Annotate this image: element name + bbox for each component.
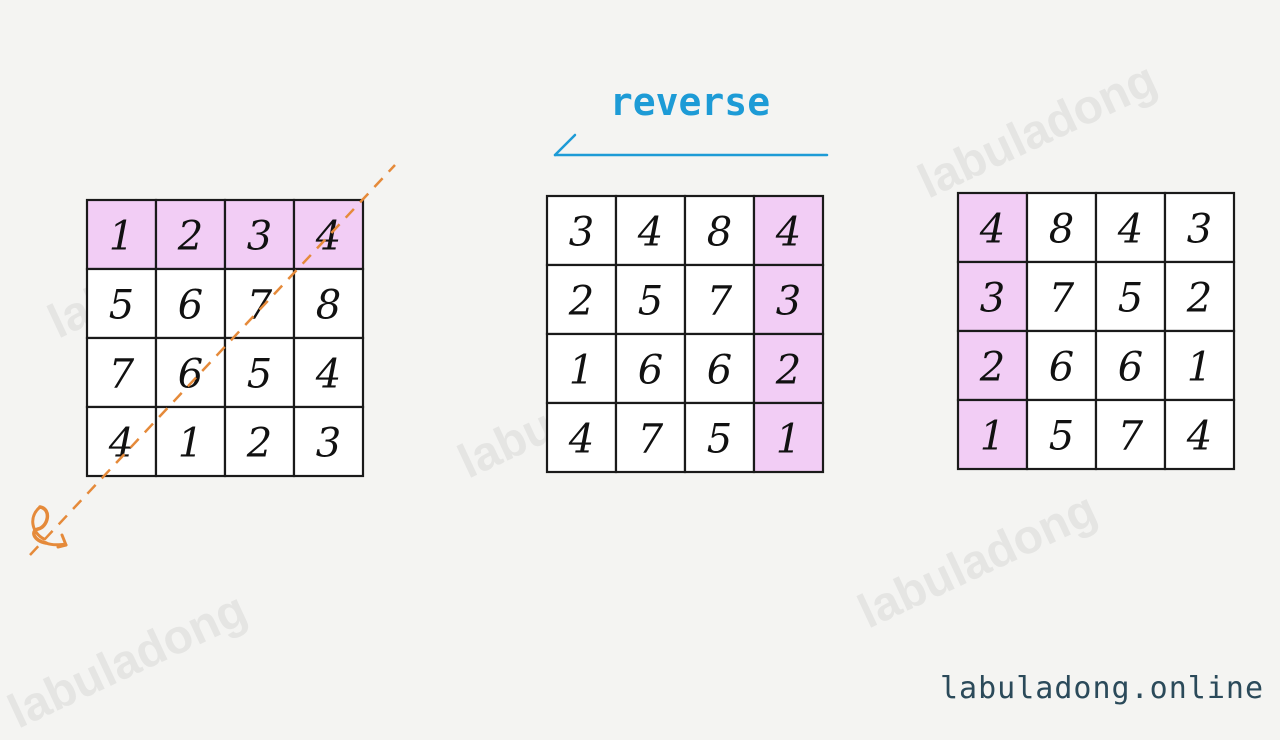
- cell-value: 7: [1118, 414, 1144, 460]
- cell-value: 3: [569, 210, 594, 256]
- cell-value: 7: [247, 283, 273, 329]
- cell-value: 3: [980, 276, 1005, 322]
- grid-transposed: 3 4 8 42 5 7 31 6 6 24 7 5 1: [545, 194, 825, 474]
- cell-value: 4: [637, 210, 663, 256]
- cell-value: 7: [638, 417, 664, 463]
- cell-value: 4: [979, 207, 1005, 253]
- grid-original: 1 2 3 45 6 7 87 6 5 44 1 2 3: [85, 198, 365, 478]
- cell-value: 1: [776, 417, 801, 463]
- cell-value: 4: [108, 421, 134, 467]
- cell-value: 3: [247, 214, 272, 260]
- site-url: labuladong.online: [939, 671, 1264, 706]
- cell-value: 5: [109, 283, 134, 329]
- cell-value: 2: [775, 348, 801, 394]
- cell-value: 2: [246, 421, 272, 467]
- cell-value: 8: [1049, 207, 1074, 253]
- cell-value: 4: [568, 417, 594, 463]
- cell-value: 4: [775, 210, 801, 256]
- cell-value: 7: [707, 279, 733, 325]
- cell-value: 5: [707, 417, 732, 463]
- cell-value: 2: [1186, 276, 1212, 322]
- cell-value: 1: [178, 421, 203, 467]
- cell-value: 4: [1117, 207, 1143, 253]
- cell-value: 6: [707, 348, 732, 394]
- cell-value: 1: [569, 348, 594, 394]
- cell-value: 3: [1187, 207, 1212, 253]
- cell-value: 6: [638, 348, 663, 394]
- reverse-arrow-icon: [553, 133, 829, 157]
- cell-value: 2: [979, 345, 1005, 391]
- cell-value: 5: [1118, 276, 1143, 322]
- cell-value: 5: [638, 279, 663, 325]
- reverse-label: reverse: [610, 80, 770, 124]
- cell-value: 1: [980, 414, 1005, 460]
- grid-reversed: 4 8 4 33 7 5 22 6 6 11 5 7 4: [956, 191, 1236, 471]
- cell-value: 4: [315, 214, 341, 260]
- cell-value: 6: [178, 352, 203, 398]
- cell-value: 8: [707, 210, 732, 256]
- grids-layer: 1 2 3 45 6 7 87 6 5 44 1 2 33 4 8 42 5 7 31 6 6 24 7 5 14 8 4 33 7 5 2…: [85, 191, 1236, 478]
- cell-value: 2: [568, 279, 594, 325]
- cell-value: 8: [316, 283, 341, 329]
- cell-value: 6: [1118, 345, 1143, 391]
- cell-value: 1: [1187, 345, 1212, 391]
- cell-value: 7: [1049, 276, 1075, 322]
- diagram-canvas: 1 2 3 45 6 7 87 6 5 44 1 2 33 4 8 42 5 7 31 6 6 24 7 5 14 8 4 33 7 5 2…: [29, 80, 1236, 556]
- cell-value: 2: [177, 214, 203, 260]
- cell-value: 6: [1049, 345, 1074, 391]
- cell-value: 3: [316, 421, 341, 467]
- cell-value: 5: [1049, 414, 1074, 460]
- cell-value: 4: [315, 352, 341, 398]
- cell-value: 5: [247, 352, 272, 398]
- cell-value: 1: [109, 214, 134, 260]
- cell-value: 6: [178, 283, 203, 329]
- rotate-arrow-icon: [31, 505, 68, 549]
- cell-value: 4: [1186, 414, 1212, 460]
- cell-value: 3: [776, 279, 801, 325]
- cell-value: 7: [109, 352, 135, 398]
